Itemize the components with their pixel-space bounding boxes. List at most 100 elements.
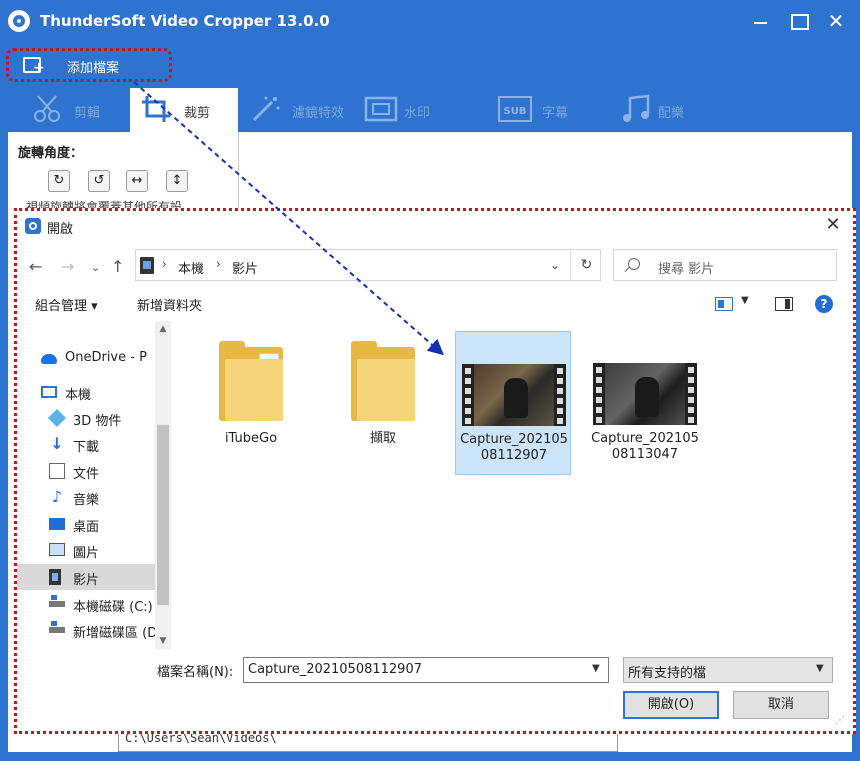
help-icon[interactable]: ? — [815, 295, 833, 313]
file-item-itubego[interactable]: iTubeGo — [193, 331, 309, 475]
nav-item-label: 圖片 — [73, 546, 100, 561]
tab-filter[interactable]: 濾鏡特效 — [246, 88, 356, 132]
add-file-label: 添加檔案 — [67, 61, 120, 76]
nav-item-label: 下載 — [73, 440, 100, 455]
nav-item-music[interactable]: ♪ 音樂 — [17, 484, 155, 510]
tab-cut[interactable]: 剪輯 — [28, 88, 128, 132]
nav-item-downloads[interactable]: ↓ 下載 — [17, 431, 155, 457]
file-type-chevron-icon: ▼ — [816, 663, 824, 674]
file-name-input[interactable]: Capture_20210508112907 ▼ — [243, 657, 609, 683]
tab-watermark-label: 水印 — [404, 106, 431, 121]
nav-item-label: 3D 物件 — [73, 414, 122, 429]
open-dialog: 開啟 ✕ ← → ⌄ ↑ › 本機 › 影片 ⌄ ↻ 搜尋 影片 組合管理 ▾ … — [14, 208, 856, 734]
nav-item-onedrive[interactable]: OneDrive - Pe — [17, 345, 155, 371]
add-file-button[interactable]: 添加檔案 — [6, 48, 172, 82]
nav-item-label: 新增磁碟區 (D — [73, 626, 155, 641]
scroll-down-icon[interactable]: ▼ — [155, 633, 171, 649]
nav-item-local-disk-c[interactable]: 本機磁碟 (C:) — [17, 591, 155, 617]
tab-music[interactable]: 配樂 — [618, 88, 718, 132]
file-item-video-1[interactable]: Capture_20210508112907 — [455, 331, 571, 475]
back-arrow-icon[interactable]: ← — [29, 257, 42, 276]
nav-item-desktop[interactable]: 桌面 — [17, 511, 155, 537]
file-name: 擷取 — [369, 431, 396, 446]
breadcrumb-videos[interactable]: 影片 — [232, 258, 258, 277]
rotate-clockwise-button[interactable]: ↻ — [48, 170, 70, 192]
preview-pane-icon[interactable] — [775, 297, 793, 311]
breadcrumb-this-pc[interactable]: 本機 — [178, 258, 204, 277]
nav-item-pictures[interactable]: 圖片 — [17, 537, 155, 563]
dialog-close-button[interactable]: ✕ — [823, 215, 843, 235]
search-input[interactable]: 搜尋 影片 — [613, 249, 837, 281]
watermark-icon — [364, 96, 398, 122]
minimize-button[interactable] — [746, 8, 774, 34]
forward-arrow-icon[interactable]: → — [61, 257, 74, 276]
file-name-value: Capture_20210508112907 — [248, 662, 422, 677]
rotate-counterclockwise-button[interactable]: ↺ — [88, 170, 110, 192]
tab-crop[interactable]: 裁剪 — [130, 88, 238, 132]
cancel-button[interactable]: 取消 — [733, 691, 829, 719]
view-options-chevron-icon[interactable]: ▼ — [741, 295, 749, 306]
documents-icon — [49, 463, 65, 479]
file-item-video-2[interactable]: Capture_20210508113047 — [587, 331, 703, 475]
svg-text:SUB: SUB — [504, 106, 527, 117]
add-file-icon — [23, 57, 45, 75]
breadcrumb-separator-icon: › — [162, 257, 167, 271]
dialog-titlebar: 開啟 ✕ — [17, 211, 853, 241]
refresh-button[interactable]: ↻ — [570, 250, 602, 280]
dialog-app-icon — [25, 218, 41, 234]
scroll-thumb[interactable] — [157, 425, 169, 605]
folder-icon — [219, 341, 283, 421]
recent-locations-chevron-icon[interactable]: ⌄ — [91, 261, 100, 274]
folder-icon — [351, 341, 415, 421]
music-icon: ♪ — [51, 487, 63, 506]
tab-filter-label: 濾鏡特效 — [292, 106, 345, 121]
flip-vertical-button[interactable]: ↕ — [166, 170, 188, 192]
app-logo-icon — [8, 10, 30, 32]
drive-icon — [49, 621, 65, 633]
computer-icon — [41, 386, 57, 398]
nav-item-3d-objects[interactable]: 3D 物件 — [17, 405, 155, 431]
address-history-chevron-icon[interactable]: ⌄ — [550, 258, 560, 272]
file-list: iTubeGo 擷取 Capture_20210508112907 Captur… — [173, 321, 853, 649]
videos-folder-icon — [140, 257, 154, 274]
open-button[interactable]: 開啟(O) — [623, 691, 719, 719]
navigation-scrollbar[interactable]: ▲ ▼ — [155, 321, 171, 649]
desktop-icon — [49, 518, 65, 530]
local-disk-icon — [49, 595, 65, 607]
cut-icon — [34, 95, 60, 122]
file-name: iTubeGo — [224, 431, 278, 446]
up-arrow-icon[interactable]: ↑ — [111, 257, 124, 276]
file-name-chevron-icon[interactable]: ▼ — [592, 663, 600, 674]
close-button[interactable]: ✕ — [822, 8, 850, 34]
flip-horizontal-button[interactable]: ↔ — [126, 170, 148, 192]
nav-item-documents[interactable]: 文件 — [17, 458, 155, 484]
nav-item-volume-d[interactable]: 新增磁碟區 (D — [17, 617, 155, 643]
command-bar: 組合管理 ▾ 新增資料夾 ▼ ? — [17, 289, 853, 319]
scroll-up-icon[interactable]: ▲ — [155, 321, 171, 337]
file-item-capture-folder[interactable]: 擷取 — [325, 331, 441, 475]
tab-watermark[interactable]: 水印 — [362, 88, 462, 132]
search-icon — [628, 258, 640, 270]
nav-item-label: 本機磁碟 (C:) — [73, 600, 153, 615]
organize-menu-button[interactable]: 組合管理 ▾ — [35, 295, 98, 314]
file-name: Capture_20210508112907 — [460, 432, 568, 463]
address-bar[interactable]: › 本機 › 影片 ⌄ ↻ — [135, 249, 601, 281]
file-type-filter[interactable]: 所有支持的檔 ▼ — [623, 657, 833, 683]
dialog-title: 開啟 — [47, 222, 74, 237]
tab-music-label: 配樂 — [658, 106, 685, 121]
navigation-pane: OneDrive - Pe 本機 3D 物件 ↓ 下載 文件 ♪ 音樂 桌面 圖… — [17, 321, 171, 649]
file-type-value: 所有支持的檔 — [628, 666, 707, 681]
tab-subtitle[interactable]: SUB 字幕 — [496, 88, 606, 132]
nav-item-label: 桌面 — [73, 520, 100, 535]
maximize-button[interactable] — [784, 8, 812, 34]
search-placeholder: 搜尋 影片 — [658, 262, 715, 277]
new-folder-button[interactable]: 新增資料夾 — [137, 295, 202, 314]
resize-grip-icon[interactable]: ⋰ — [835, 715, 845, 726]
rotate-label: 旋轉角度： — [18, 146, 84, 161]
nav-item-label: 影片 — [73, 573, 100, 588]
music-icon — [623, 94, 650, 122]
nav-item-videos[interactable]: 影片 — [17, 564, 155, 590]
nav-item-this-pc[interactable]: 本機 — [17, 379, 155, 405]
view-options-icon[interactable] — [715, 297, 733, 311]
flip-horizontal-icon: ↔ — [131, 173, 143, 188]
